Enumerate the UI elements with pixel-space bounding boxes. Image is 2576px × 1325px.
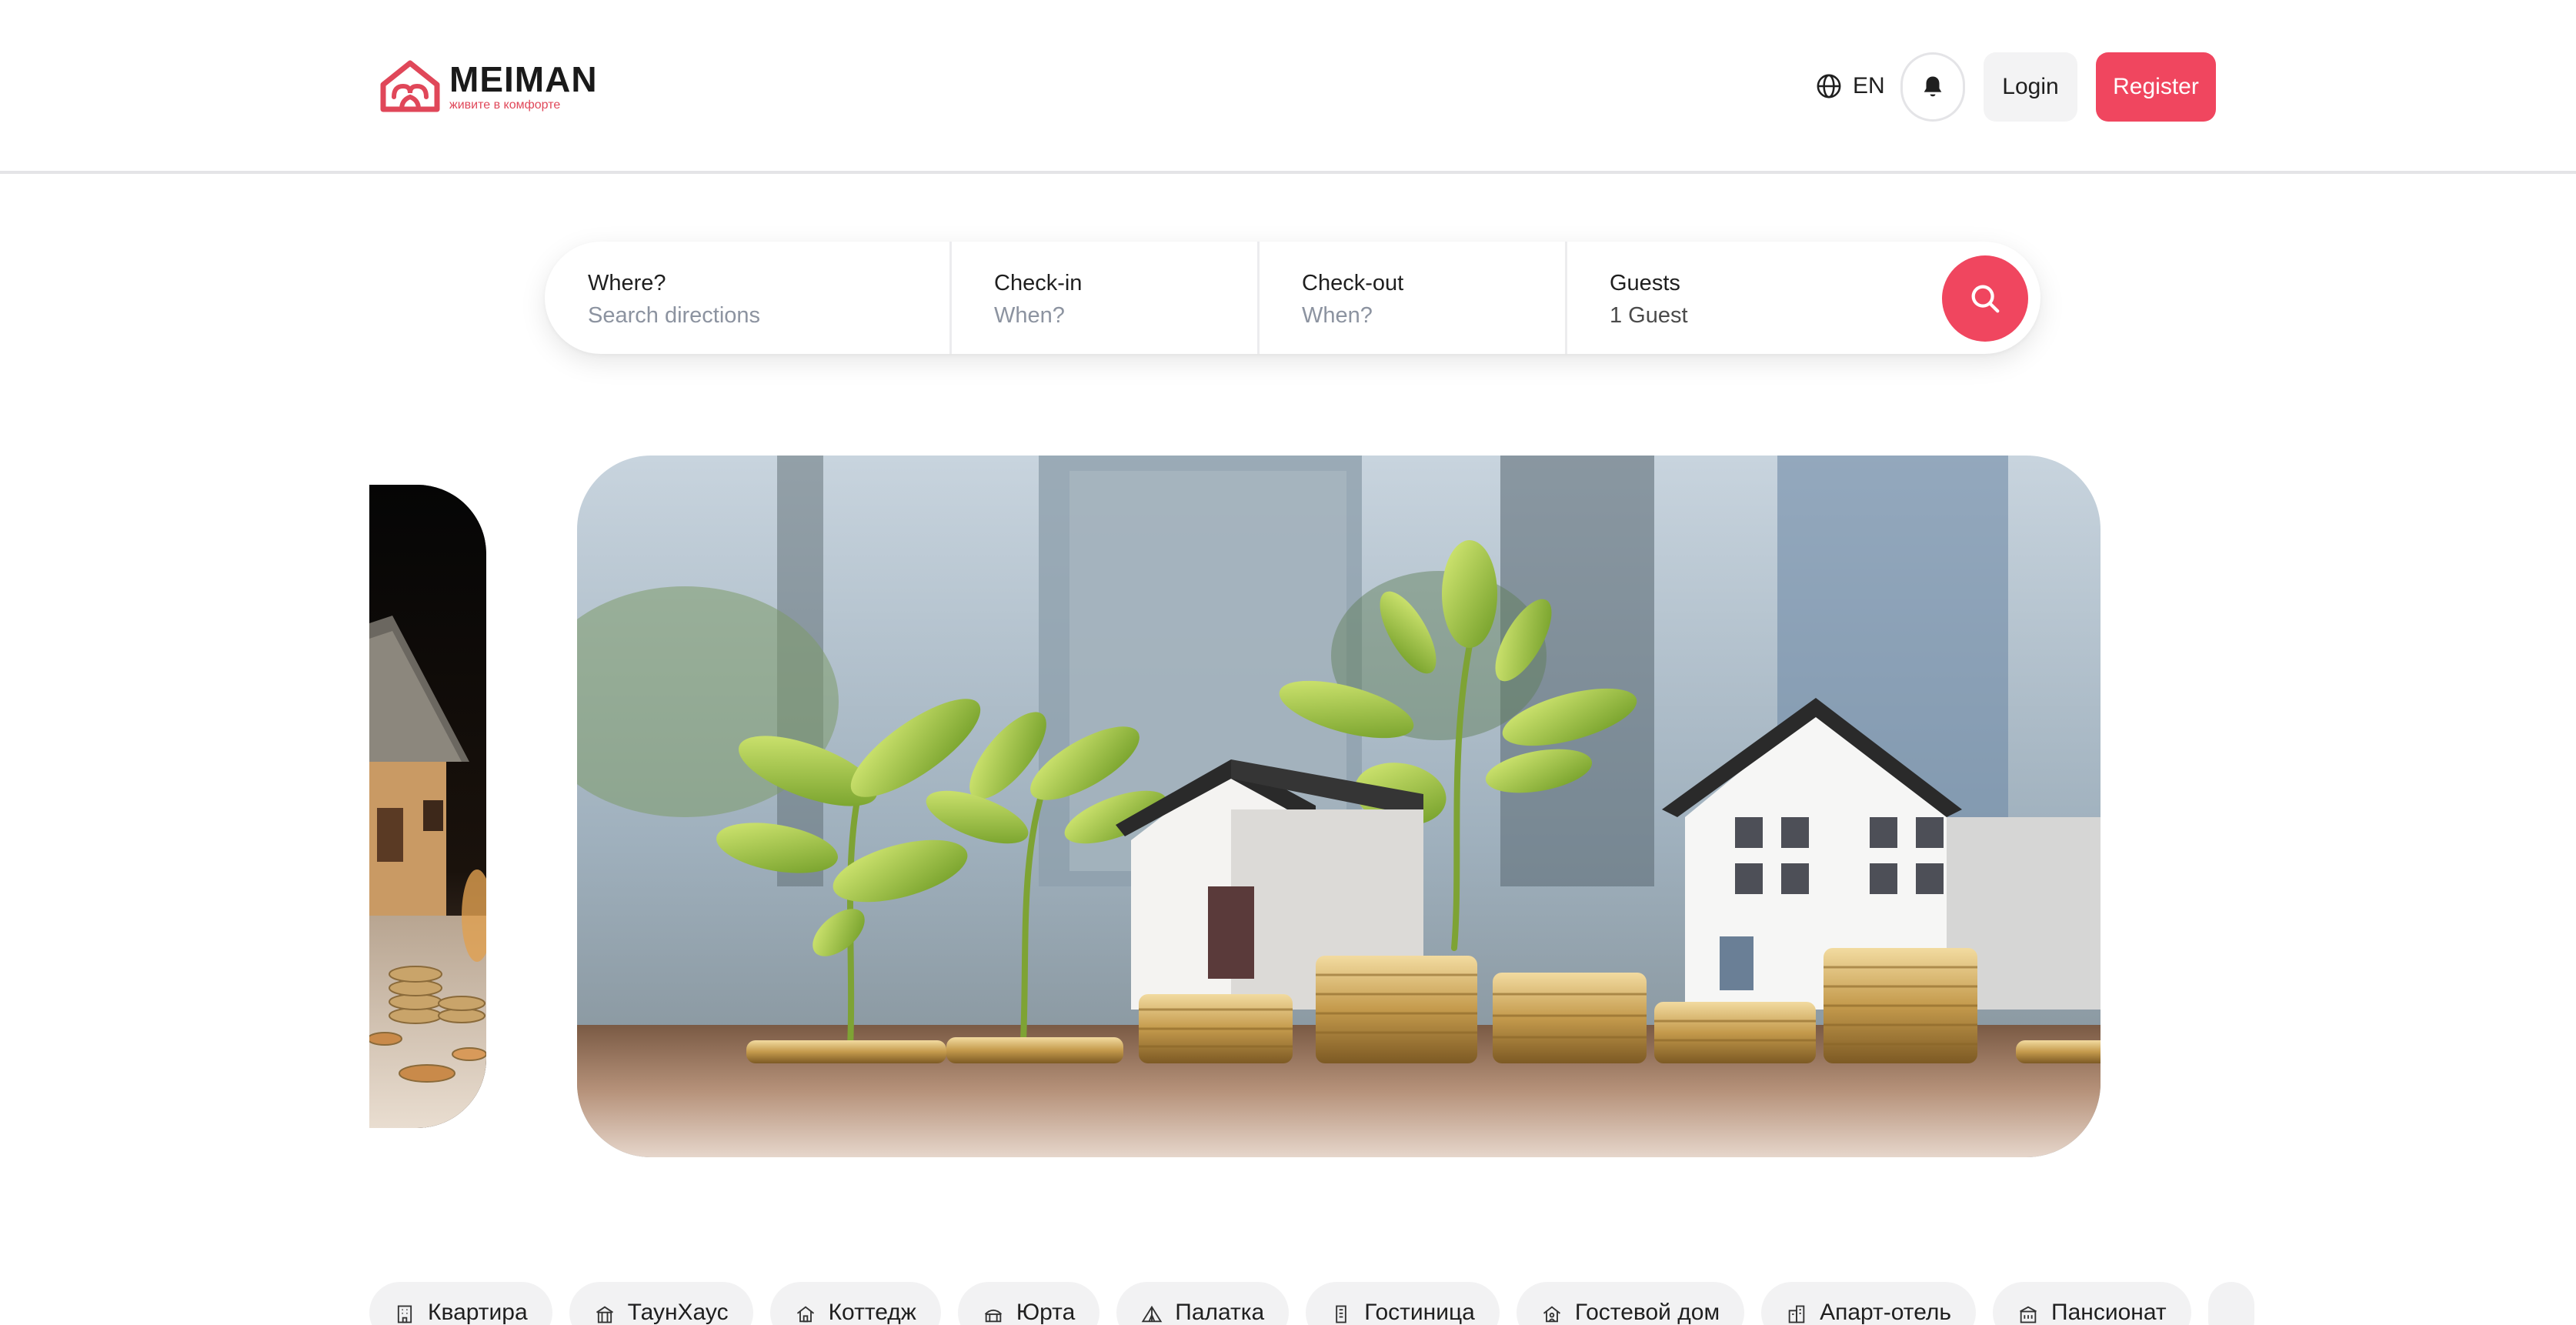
townhouse-icon: [596, 1306, 613, 1323]
category-chip-guest-house[interactable]: Гостевой дом: [1516, 1282, 1745, 1325]
guests-field[interactable]: Guests 1 Guest: [1610, 242, 1902, 354]
guests-value[interactable]: 1 Guest: [1610, 302, 1902, 329]
category-chip-label: Квартира: [428, 1300, 528, 1325]
category-chip-label: Палатка: [1175, 1300, 1265, 1325]
category-chip-label: Пансионат: [2051, 1300, 2167, 1325]
search-bar: Where? Search directions Check-in When? …: [545, 242, 2040, 354]
apartment-building-icon: [397, 1305, 412, 1323]
category-chips: Квартира ТаунХаус Коттедж Юрта Палатка Г…: [369, 1282, 2254, 1325]
category-chip-apart-hotel[interactable]: Апарт-отель: [1761, 1282, 1977, 1325]
where-label: Where?: [588, 271, 666, 295]
where-field[interactable]: Where? Search directions: [588, 242, 942, 354]
check-in-label: Check-in: [994, 271, 1083, 295]
category-chip-more[interactable]: [2207, 1282, 2254, 1325]
house-icon: [796, 1306, 814, 1323]
bell-icon: [1924, 76, 1942, 97]
category-chip-label: Коттедж: [828, 1300, 916, 1325]
language-label: EN: [1853, 73, 1885, 98]
category-chip-label: Апарт-отель: [1820, 1300, 1952, 1325]
check-out-label: Check-out: [1302, 271, 1404, 295]
check-out-placeholder[interactable]: When?: [1302, 302, 1594, 329]
language-switcher[interactable]: EN: [1816, 71, 1885, 102]
logo-house-icon: [380, 60, 440, 112]
hotel-icon: [1336, 1305, 1347, 1323]
search-divider: [949, 242, 952, 354]
category-chip-apartment[interactable]: Квартира: [369, 1282, 552, 1325]
category-chip-tent[interactable]: Палатка: [1116, 1282, 1290, 1325]
slide-image-house-coins: [369, 485, 486, 1128]
search-button[interactable]: [1942, 255, 2028, 342]
category-chip-label: Гостевой дом: [1574, 1300, 1720, 1325]
search-divider: [1257, 242, 1260, 354]
search-divider: [1565, 242, 1567, 354]
yurt-icon: [984, 1309, 1002, 1323]
carousel-slide-previous[interactable]: [369, 485, 486, 1128]
logo-subtitle: живите в комфорте: [449, 98, 561, 112]
category-chip-hotel[interactable]: Гостиница: [1306, 1282, 1500, 1325]
login-button[interactable]: Login: [1984, 52, 2077, 122]
search-icon: [1971, 285, 2000, 313]
register-button[interactable]: Register: [2096, 52, 2216, 122]
category-chip-townhouse[interactable]: ТаунХаус: [569, 1282, 753, 1325]
category-chip-label: Юрта: [1016, 1300, 1076, 1325]
where-placeholder[interactable]: Search directions: [588, 302, 942, 329]
category-chip-yurt[interactable]: Юрта: [957, 1282, 1100, 1325]
carousel-slide-current[interactable]: [577, 456, 2101, 1157]
notifications-button[interactable]: [1900, 52, 1965, 122]
top-header: MEIMAN живите в комфорте EN Login Regist…: [0, 0, 2576, 174]
brand-logo[interactable]: MEIMAN живите в комфорте: [379, 58, 598, 114]
tent-icon: [1141, 1305, 1163, 1323]
slide-image-houses-plants-coins: [577, 456, 2101, 1157]
check-in-field[interactable]: Check-in When?: [994, 242, 1286, 354]
guest-house-icon: [1543, 1306, 1560, 1323]
category-chip-label: ТаунХаус: [627, 1300, 729, 1325]
check-in-placeholder[interactable]: When?: [994, 302, 1286, 329]
check-out-field[interactable]: Check-out When?: [1302, 242, 1594, 354]
apart-hotel-icon: [1788, 1305, 1805, 1323]
globe-icon: [1817, 74, 1841, 98]
guests-label: Guests: [1610, 271, 1680, 295]
logo-title: MEIMAN: [449, 59, 598, 99]
category-chip-label: Гостиница: [1364, 1300, 1475, 1325]
category-chip-boarding-house[interactable]: Пансионат: [1993, 1282, 2191, 1325]
boarding-house-icon: [2020, 1306, 2037, 1323]
category-chip-cottage[interactable]: Коттедж: [769, 1282, 941, 1325]
